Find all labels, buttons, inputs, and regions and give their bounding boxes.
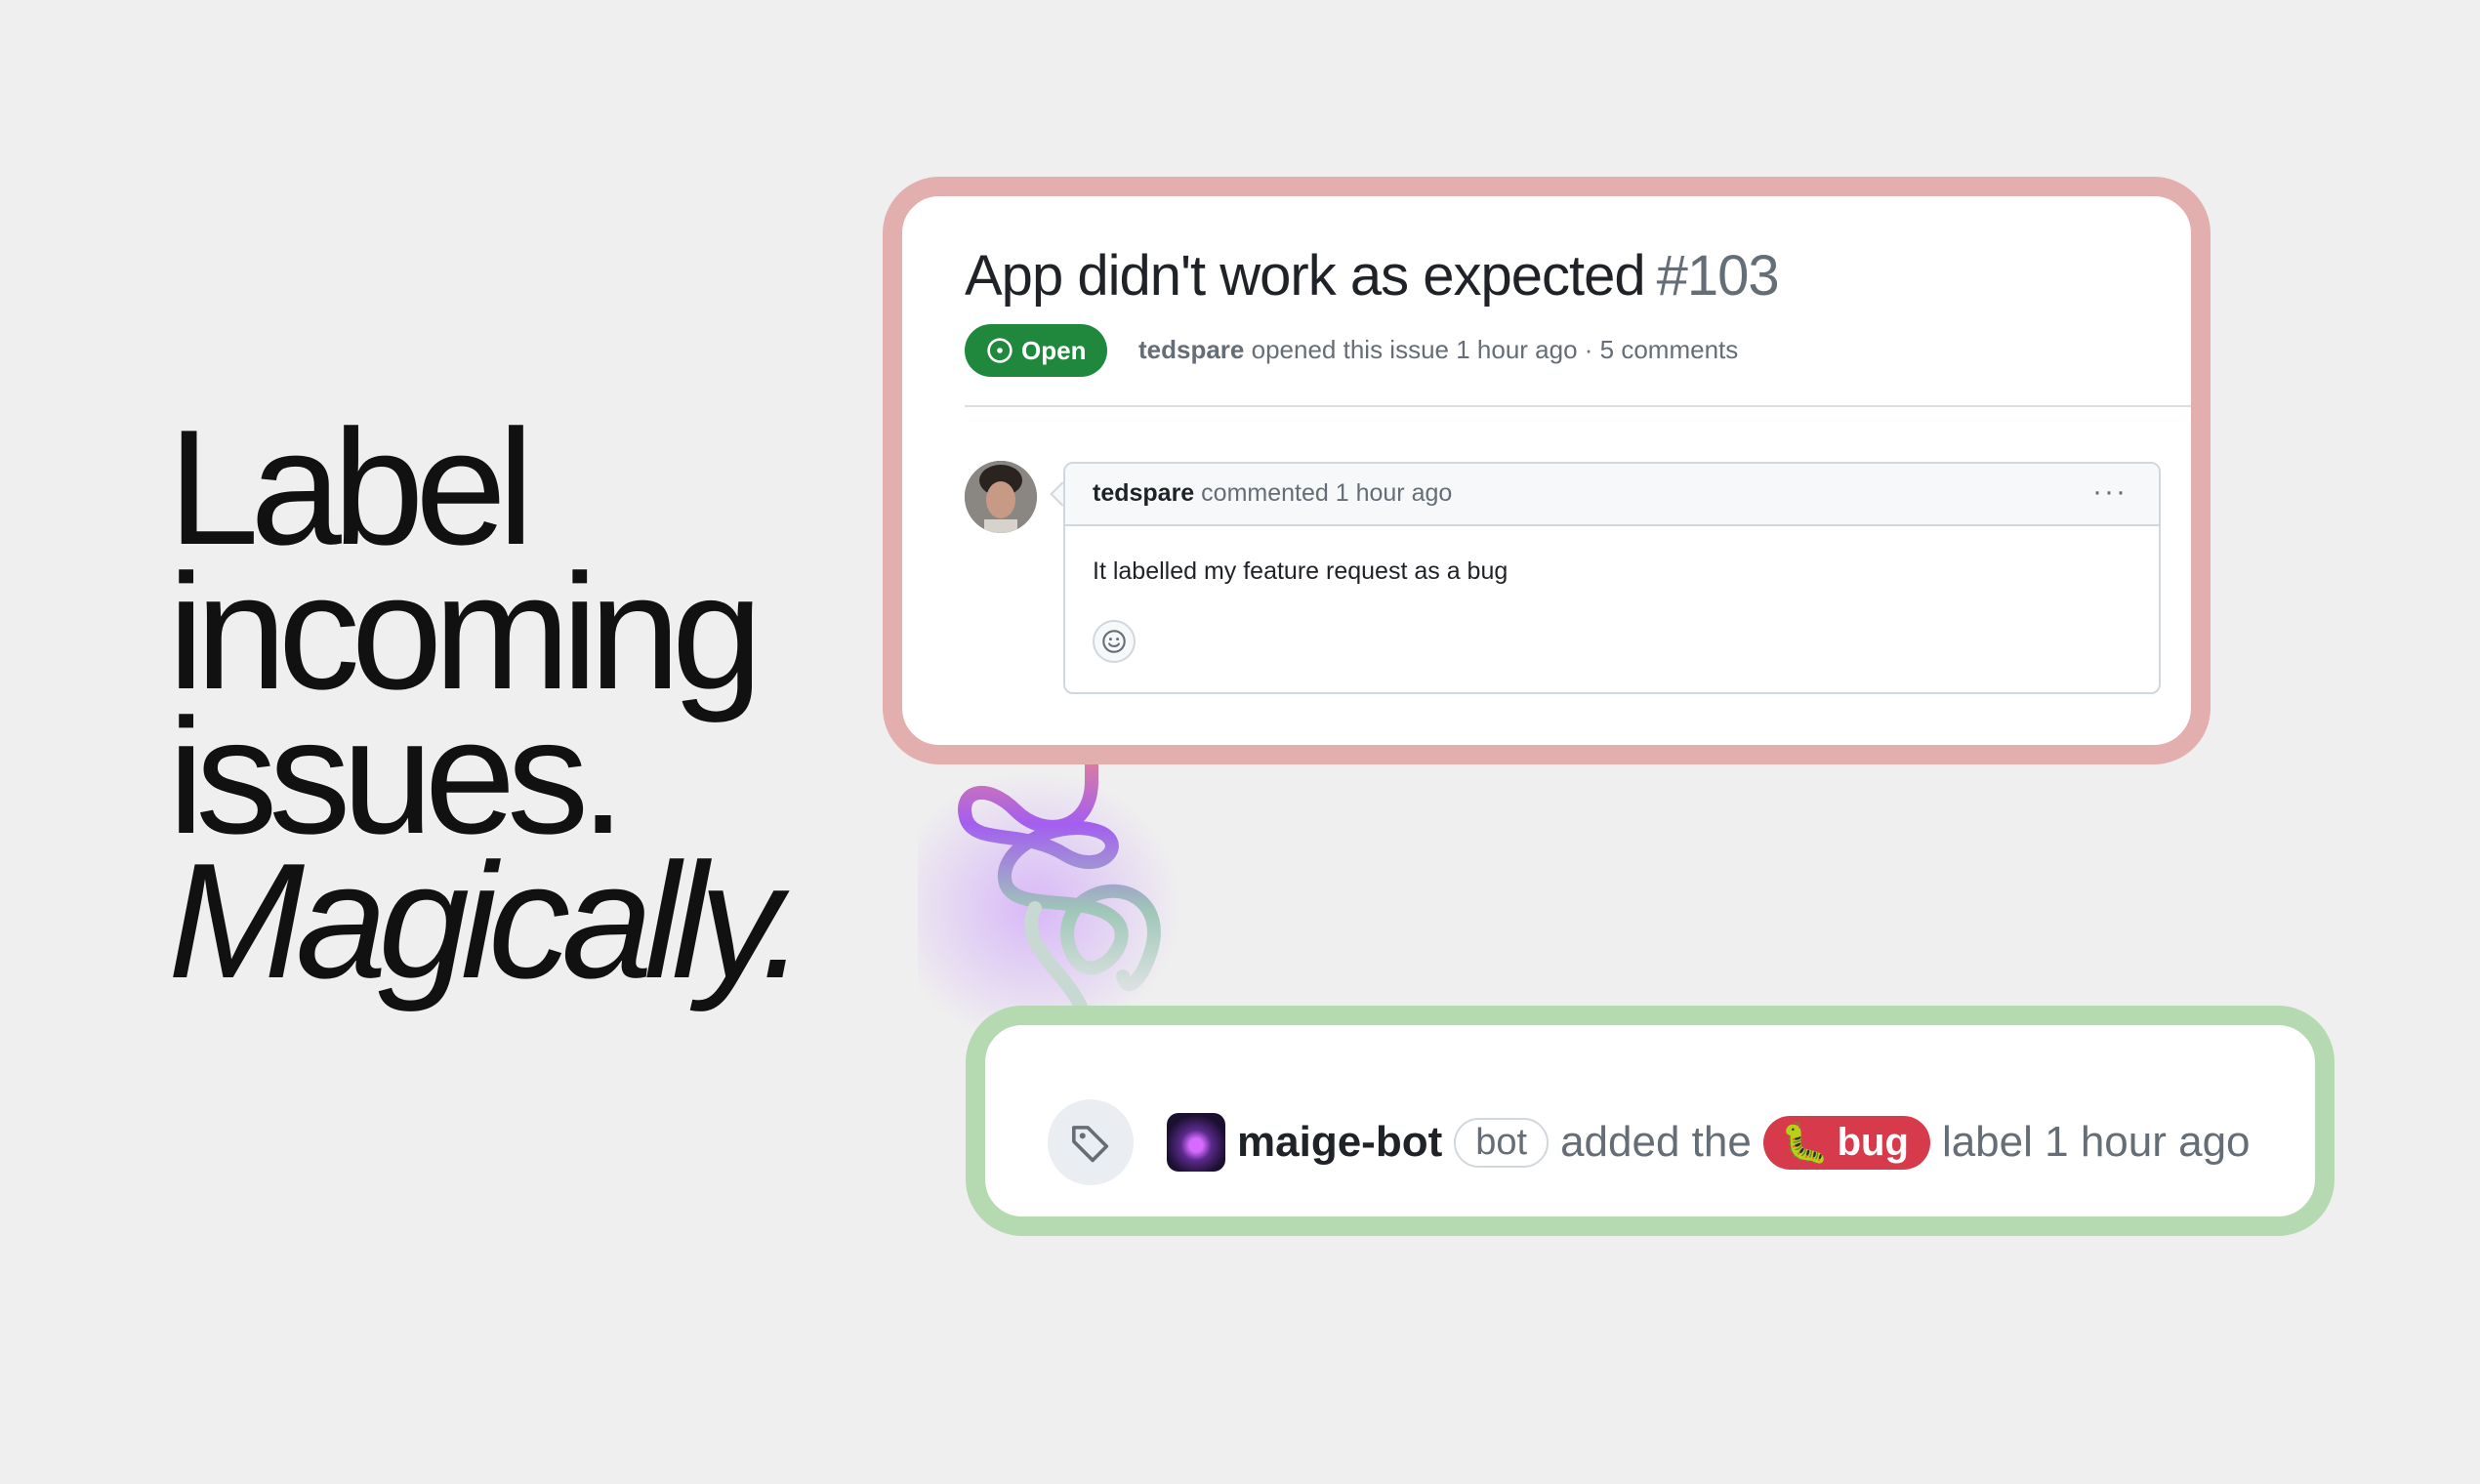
issue-author-link[interactable]: tedspare xyxy=(1138,335,1244,364)
headline-line-4: Magically. xyxy=(168,829,806,1012)
headline-line-3: issues. xyxy=(168,684,626,868)
kebab-icon[interactable]: ··· xyxy=(2092,475,2128,509)
status-badge: Open xyxy=(965,324,1107,377)
smiley-icon xyxy=(1102,630,1126,653)
issue-meta: tedspare opened this issue 1 hour ago · … xyxy=(1138,335,1738,365)
issue-title: App didn't work as expected #103 xyxy=(965,243,1780,309)
issue-opened-icon xyxy=(987,338,1013,363)
bug-label-text: bug xyxy=(1837,1120,1909,1164)
event-pre-text: added the xyxy=(1560,1118,1752,1166)
bug-label[interactable]: 🐛 bug xyxy=(1762,1115,1930,1170)
issue-title-text: App didn't work as expected xyxy=(965,244,1646,308)
avatar[interactable] xyxy=(965,461,1037,533)
label-event-card: maige-bot bot added the 🐛 bug label 1 ho… xyxy=(966,1006,2335,1236)
issue-card: App didn't work as expected #103 Open ted… xyxy=(883,177,2211,764)
comment-header: tedspare commented 1 hour ago ··· xyxy=(1065,464,2159,526)
bot-name-link[interactable]: maige-bot xyxy=(1237,1118,1442,1167)
headline: Label incoming issues. Magically. xyxy=(168,395,806,1012)
event-text: maige-bot bot added the 🐛 bug label 1 ho… xyxy=(1079,1113,2251,1172)
bug-emoji-icon: 🐛 xyxy=(1780,1121,1830,1165)
bot-badge: bot xyxy=(1454,1117,1550,1168)
add-reaction-button[interactable] xyxy=(1093,620,1136,663)
issue-meta-text: opened this issue 1 hour ago · 5 comment… xyxy=(1251,335,1739,364)
avatar-image xyxy=(965,461,1037,533)
status-label: Open xyxy=(1021,335,1087,365)
comment-body: It labelled my feature request as a bug xyxy=(1093,557,1509,585)
comment-action: commented 1 hour ago xyxy=(1201,479,1453,507)
comment-author-link[interactable]: tedspare xyxy=(1093,479,1194,507)
issue-number[interactable]: #103 xyxy=(1657,244,1780,308)
bot-avatar[interactable] xyxy=(1167,1113,1225,1172)
headline-line-1: Label xyxy=(168,395,534,579)
event-post-text: label 1 hour ago xyxy=(1941,1118,2251,1166)
headline-line-2: incoming xyxy=(168,540,763,723)
comment-meta: tedspare commented 1 hour ago xyxy=(1093,479,1452,508)
comment: tedspare commented 1 hour ago ··· It lab… xyxy=(1063,462,2161,694)
divider xyxy=(965,405,2191,407)
